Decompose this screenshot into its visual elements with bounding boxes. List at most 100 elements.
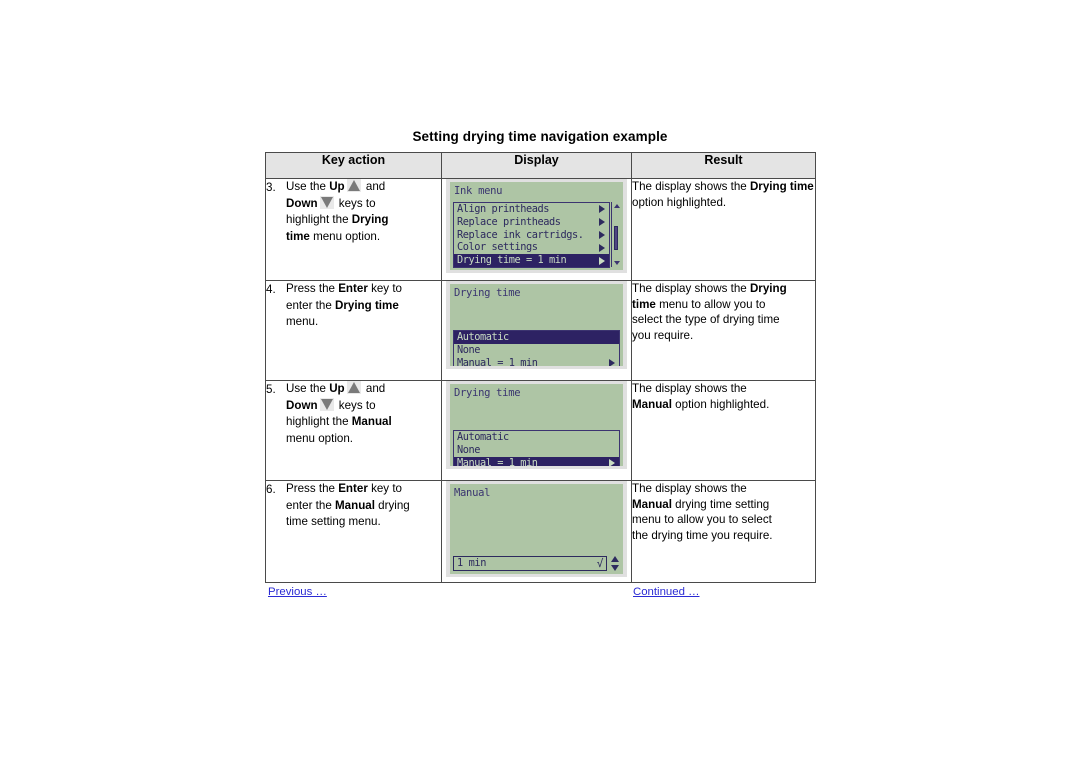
result-cell: The display shows the Drying time option… [631, 178, 816, 281]
footer-links: Previous … Continued … [265, 586, 815, 602]
column-header-result: Result [631, 152, 816, 179]
page-title: Setting drying time navigation example [412, 129, 668, 144]
lcd-screen: Manual 1 min √ [450, 484, 623, 574]
lcd-screen-title: Ink menu [454, 185, 503, 197]
scroll-up-arrow-icon[interactable] [614, 204, 620, 208]
key-action-text: and [362, 180, 386, 193]
result-text: Drying [749, 180, 787, 193]
submenu-arrow-icon [599, 218, 605, 227]
key-action-text: keys to [335, 398, 376, 412]
key-action-text: menu option. [309, 229, 381, 243]
lcd-bezel: Drying time Automatic None Manual = 1 min [446, 281, 627, 369]
lcd-menu-item-selected[interactable]: Manual = 1 min [454, 456, 619, 466]
lcd-menu-item[interactable]: None [454, 344, 619, 357]
key-action-text: Press the Enter key to enter the Manual … [286, 481, 441, 531]
column-header-key-action: Key action [265, 152, 442, 179]
result-cell: The display shows the Manual drying time… [631, 480, 816, 583]
result-cell: The display shows the Drying time menu to… [631, 280, 816, 381]
lcd-menu-list: Automatic None Manual = 1 min [453, 430, 620, 466]
lcd-menu-item[interactable]: Replace printheads [454, 216, 609, 229]
lcd-value-field[interactable]: 1 min √ [453, 556, 607, 571]
key-action-text: Manual [335, 498, 375, 512]
scrollbar-thumb[interactable] [614, 226, 618, 250]
lcd-menu-item[interactable]: Automatic [454, 431, 619, 444]
lcd-bezel: Ink menu Align printheads Replace printhea… [446, 179, 627, 273]
key-action-text: Press the [286, 282, 339, 295]
result-text: option highlighted. [632, 195, 727, 209]
submenu-arrow-icon [609, 358, 615, 366]
key-action-cell: 4. Press the Enter key to enter the Dryin… [265, 280, 442, 381]
lcd-menu-item-label: Drying time = 1 min [457, 254, 567, 267]
step-number: 3. [266, 181, 276, 194]
triangle-down-icon [319, 397, 334, 411]
checkmark-icon: √ [596, 557, 604, 570]
result-text: Manual [632, 397, 672, 411]
result-text: select the type of drying time [632, 313, 780, 327]
lcd-screen-title: Drying time [454, 387, 521, 399]
lcd-menu-item[interactable]: Color settings [454, 241, 609, 254]
key-action-text: Down [286, 398, 318, 412]
lcd-menu-item-label: Manual = 1 min [457, 356, 538, 366]
step-number: 6. [266, 483, 276, 496]
lcd-screen: Ink menu Align printheads Replace printhea… [450, 182, 623, 270]
result-text: time [632, 297, 656, 311]
result-text: The display shows the [632, 482, 747, 495]
result-text: The display shows the [632, 180, 750, 193]
submenu-arrow-icon [599, 230, 605, 239]
display-cell: Drying time Automatic None Manual = 1 min [441, 280, 632, 381]
lcd-menu-item[interactable]: Replace ink cartridgs. [454, 229, 609, 242]
key-action-text: enter the [286, 498, 335, 512]
step-number: 5. [266, 383, 276, 396]
key-action-text: Press the [286, 482, 339, 495]
triangle-up-icon [346, 179, 361, 192]
key-action-text: Press the Enter key to enter the Drying … [286, 281, 441, 331]
key-action-text: drying [374, 498, 410, 512]
result-text: drying time setting [671, 497, 770, 511]
lcd-scrollbar[interactable] [611, 202, 620, 267]
key-action-text: Up [329, 382, 345, 395]
lcd-menu-item[interactable]: Manual = 1 min [454, 357, 619, 366]
lcd-menu-item[interactable]: None [454, 444, 619, 457]
scroll-down-arrow-icon[interactable] [614, 261, 620, 265]
result-text: the drying time you require. [632, 528, 773, 542]
result-text: The display shows the [632, 382, 747, 395]
display-cell: Drying time Automatic None Manual = 1 min [441, 380, 632, 481]
lcd-screen-title: Drying time [454, 287, 521, 299]
continued-link[interactable]: Continued … [633, 586, 700, 598]
submenu-arrow-icon [599, 205, 605, 214]
table-row: 6. Press the Enter key to enter the Manua… [265, 480, 816, 583]
previous-link[interactable]: Previous … [268, 586, 327, 598]
result-text: menu to allow you to select [632, 513, 772, 527]
key-action-cell: 5. Use the Up and Down keys to highlight … [265, 380, 442, 481]
lcd-menu-list: Align printheads Replace printheads Replac… [453, 202, 610, 268]
lcd-menu-item-selected[interactable]: Automatic [454, 331, 619, 344]
result-cell: The display shows the Manual option high… [631, 380, 816, 481]
lcd-bezel: Drying time Automatic None Manual = 1 min [446, 381, 627, 469]
up-down-spinner-icon[interactable] [610, 556, 621, 571]
key-action-text: Manual [351, 415, 392, 428]
key-action-text: Use the [286, 180, 330, 193]
submenu-arrow-icon [599, 256, 605, 265]
lcd-screen: Drying time Automatic None Manual = 1 min [450, 384, 623, 466]
step-number: 4. [266, 283, 276, 296]
table-row: 3. Use the Up and Down keys to highlight … [265, 178, 816, 281]
result-text: Drying [749, 282, 787, 295]
key-action-text: Up [329, 180, 345, 193]
key-action-text: highlight the [286, 415, 352, 428]
result-text: option highlighted. [671, 397, 770, 411]
column-header-display: Display [441, 152, 632, 179]
table-row: 4. Press the Enter key to enter the Dryin… [265, 280, 816, 381]
lcd-menu-item-label: Align printheads [457, 203, 549, 215]
result-text: Manual [632, 497, 672, 511]
key-action-text: Drying [351, 213, 389, 226]
display-cell: Ink menu Align printheads Replace printhea… [441, 178, 632, 281]
key-action-text: keys to [335, 196, 376, 210]
key-action-text: Enter [338, 282, 368, 295]
lcd-menu-item-label: Automatic [457, 331, 509, 343]
key-action-text: highlight the [286, 213, 352, 226]
key-action-text: Use the Up and Down keys to highlight th… [286, 179, 441, 245]
lcd-menu-item-label: None [457, 443, 480, 456]
key-action-text: key to [367, 482, 402, 495]
lcd-menu-item[interactable]: Align printheads [454, 203, 609, 216]
lcd-menu-item-selected[interactable]: Drying time = 1 min [454, 254, 609, 267]
